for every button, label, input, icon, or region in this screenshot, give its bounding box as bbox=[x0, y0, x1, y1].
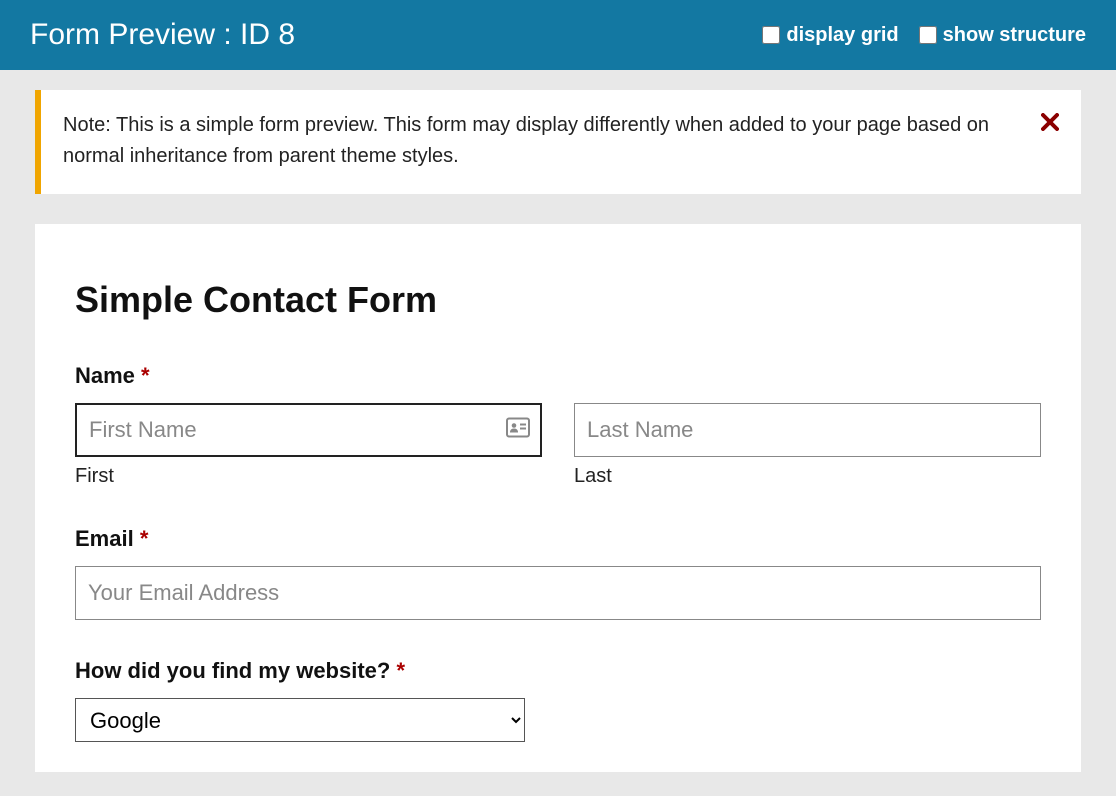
first-name-sublabel: First bbox=[75, 465, 542, 488]
show-structure-option[interactable]: show structure bbox=[919, 24, 1086, 47]
email-field-block: Email * bbox=[75, 526, 1041, 620]
source-label: How did you find my website? * bbox=[75, 658, 1041, 684]
name-row: First Last bbox=[75, 403, 1041, 488]
page-header: Form Preview : ID 8 display grid show st… bbox=[0, 0, 1116, 70]
name-field-block: Name * First bbox=[75, 363, 1041, 488]
email-label-text: Email bbox=[75, 526, 134, 551]
source-select[interactable]: Google bbox=[75, 698, 525, 742]
name-label-text: Name bbox=[75, 363, 135, 388]
source-label-text: How did you find my website? bbox=[75, 658, 390, 683]
show-structure-label: show structure bbox=[943, 24, 1086, 47]
display-grid-option[interactable]: display grid bbox=[762, 24, 898, 47]
show-structure-checkbox[interactable] bbox=[919, 26, 937, 44]
name-label: Name * bbox=[75, 363, 1041, 389]
page-title: Form Preview : ID 8 bbox=[30, 18, 295, 52]
source-field-block: How did you find my website? * Google bbox=[75, 658, 1041, 742]
last-name-column: Last bbox=[574, 403, 1041, 488]
close-icon[interactable] bbox=[1041, 110, 1059, 135]
contact-card-icon bbox=[506, 418, 530, 443]
header-options: display grid show structure bbox=[762, 24, 1086, 47]
form-title: Simple Contact Form bbox=[75, 279, 1041, 321]
display-grid-checkbox[interactable] bbox=[762, 26, 780, 44]
required-mark: * bbox=[140, 526, 149, 551]
first-name-column: First bbox=[75, 403, 542, 488]
required-mark: * bbox=[396, 658, 405, 683]
required-mark: * bbox=[141, 363, 150, 388]
preview-notice-text: Note: This is a simple form preview. Thi… bbox=[63, 110, 1041, 172]
preview-notice: Note: This is a simple form preview. Thi… bbox=[35, 90, 1081, 194]
first-name-input-wrap bbox=[75, 403, 542, 457]
last-name-sublabel: Last bbox=[574, 465, 1041, 488]
email-label: Email * bbox=[75, 526, 1041, 552]
first-name-input[interactable] bbox=[77, 405, 540, 455]
x-icon bbox=[1041, 113, 1059, 131]
email-input[interactable] bbox=[75, 566, 1041, 620]
display-grid-label: display grid bbox=[786, 24, 898, 47]
form-card: Simple Contact Form Name * bbox=[35, 224, 1081, 772]
last-name-input[interactable] bbox=[574, 403, 1041, 457]
